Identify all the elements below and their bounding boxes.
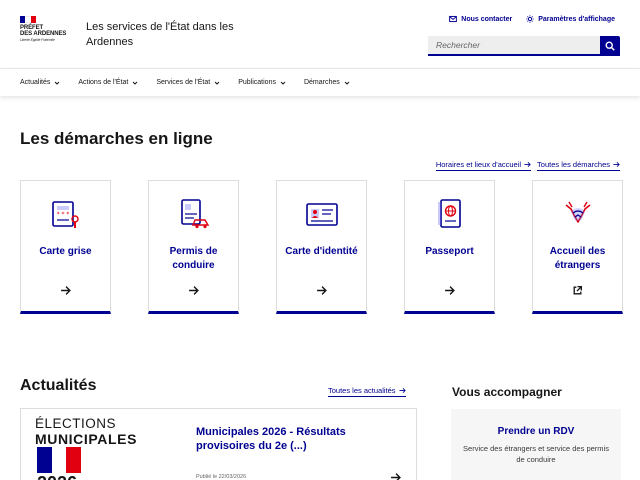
card-carte-grise[interactable]: * * * Carte grise: [20, 180, 111, 314]
actualites-title: Actualités: [20, 377, 97, 394]
search-bar: [428, 36, 620, 56]
card-etrangers[interactable]: Accueil des étrangers: [532, 180, 623, 314]
nav-label: Publications: [238, 79, 276, 86]
nav-label: Démarches: [303, 79, 340, 86]
chevron-down-icon: [55, 81, 60, 85]
svg-text:* * *: * * *: [57, 211, 70, 218]
search-icon: [605, 41, 615, 51]
demarches-title: Les démarches en ligne: [20, 129, 213, 148]
external-link-icon: [573, 285, 583, 295]
all-news-label: Toutes les actualités: [328, 386, 396, 395]
display-settings-link[interactable]: Paramètres d'affichage: [526, 15, 615, 23]
search-input[interactable]: [428, 36, 600, 56]
nav-item-publications[interactable]: Publications: [238, 79, 286, 86]
nav-item-demarches[interactable]: Démarches: [304, 79, 350, 86]
arrow-right-icon: [398, 388, 406, 393]
rdv-title: Prendre un RDV: [497, 426, 575, 437]
card-passeport[interactable]: Passeport: [404, 180, 495, 314]
news-image: ÉLECTIONS MUNICIPALES 2026: [35, 417, 185, 480]
header: PRÉFET DES ARDENNES Liberté Égalité Frat…: [0, 0, 640, 68]
nav-label: Actualités: [20, 79, 51, 86]
chevron-down-icon: [214, 81, 220, 85]
driving-license-icon: [181, 199, 210, 229]
arrow-right-icon: [445, 286, 455, 295]
nav-item-services[interactable]: Services de l'État: [156, 79, 220, 86]
passport-icon: [438, 199, 461, 228]
news-card[interactable]: ÉLECTIONS MUNICIPALES 2026 Municipales 2…: [20, 408, 417, 480]
header-tools: Nous contacter Paramètres d'affichage: [449, 15, 615, 23]
chevron-down-icon: [344, 81, 350, 85]
card-label: Carte grise: [39, 246, 92, 257]
prefet-logo[interactable]: PRÉFET DES ARDENNES Liberté Égalité Frat…: [20, 16, 76, 43]
nav-label: Services de l'État: [156, 79, 211, 86]
toutes-demarches-label: Toutes les démarches: [537, 160, 610, 169]
toutes-demarches-link[interactable]: Toutes les démarches: [537, 160, 620, 171]
news-title[interactable]: Municipales 2026 - Résultats provisoires…: [196, 425, 386, 453]
site-title[interactable]: Les services de l'État dans les Ardennes: [86, 20, 246, 50]
french-flag-icon: [37, 447, 82, 473]
card-label: Permis de conduire: [169, 246, 218, 271]
logo-title-line2: DES ARDENNES: [20, 31, 67, 37]
card-label: Accueil des étrangers: [549, 246, 606, 271]
rdv-card[interactable]: Prendre un RDV Service des étrangers et …: [451, 409, 621, 480]
chevron-down-icon: [280, 81, 286, 85]
arrow-right-icon: [61, 286, 71, 295]
nav-item-actions[interactable]: Actions de l'État: [78, 79, 138, 86]
welcome-hands-icon: [565, 201, 591, 223]
arrow-right-icon: [524, 162, 531, 167]
demarches-cards: * * * Carte grise Permis de conduire Car…: [20, 180, 623, 314]
chevron-down-icon: [132, 81, 138, 85]
display-settings-label: Paramètres d'affichage: [538, 15, 615, 23]
sun-icon: [526, 15, 534, 23]
contact-label: Nous contacter: [461, 15, 513, 23]
french-flag-icon: [20, 16, 36, 23]
card-identite[interactable]: Carte d'identité: [276, 180, 367, 314]
nav-item-actualites[interactable]: Actualités: [20, 79, 60, 86]
search-button[interactable]: [600, 36, 620, 56]
logo-motto: Liberté Égalité Fraternité: [20, 38, 55, 42]
all-news-link[interactable]: Toutes les actualités: [328, 386, 406, 397]
news-image-year: 2026: [37, 473, 77, 480]
contact-link[interactable]: Nous contacter: [449, 15, 512, 23]
car-registration-icon: * * *: [52, 201, 79, 228]
rdv-description: Service des étrangers et service des per…: [463, 444, 609, 464]
news-date: Publié le 22/03/2026: [196, 474, 247, 480]
arrow-right-icon: [391, 473, 401, 480]
main-nav: Actualités Actions de l'État Services de…: [0, 68, 640, 96]
card-permis[interactable]: Permis de conduire: [148, 180, 239, 314]
mail-icon: [449, 15, 458, 23]
card-label: Passeport: [425, 246, 474, 257]
horaires-label: Horaires et lieux d'accueil: [435, 160, 522, 169]
horaires-link[interactable]: Horaires et lieux d'accueil: [435, 160, 532, 171]
news-image-line2: MUNICIPALES: [35, 431, 138, 447]
accompagner-title: Vous accompagner: [452, 385, 562, 399]
demarches-links: Horaires et lieux d'accueil Toutes les d…: [435, 160, 620, 171]
news-image-line1: ÉLECTIONS: [35, 416, 117, 431]
nav-label: Actions de l'État: [78, 79, 129, 86]
arrow-right-icon: [189, 286, 199, 295]
id-card-icon: [306, 203, 338, 226]
arrow-right-icon: [317, 286, 327, 295]
arrow-right-icon: [613, 162, 620, 167]
card-label: Carte d'identité: [285, 246, 358, 257]
